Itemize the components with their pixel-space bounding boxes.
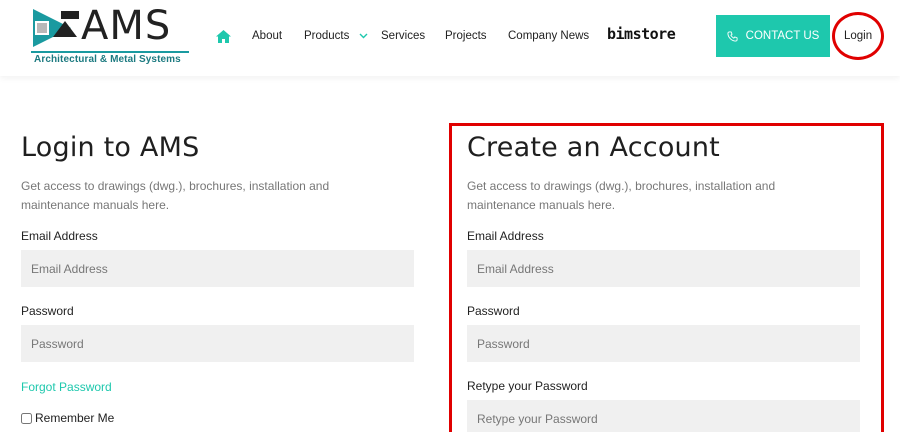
brand-tagline: Architectural & Metal Systems [34,54,181,65]
phone-icon [727,30,738,42]
register-retype-input[interactable] [467,400,860,432]
remember-me-label: Remember Me [35,411,115,425]
login-password-input[interactable] [21,325,414,362]
bimstore-logo[interactable]: bimstore [607,25,676,43]
nav-about[interactable]: About [252,30,282,42]
register-email-input[interactable] [467,250,860,287]
register-title: Create an Account [467,132,720,163]
ams-logo-icon [31,7,81,49]
nav-services[interactable]: Services [381,30,425,42]
nav-company-news[interactable]: Company News [508,30,589,42]
login-password-label: Password [21,304,74,318]
login-email-input[interactable] [21,250,414,287]
chevron-down-icon [359,33,368,39]
register-retype-label: Retype your Password [467,379,588,393]
login-email-label: Email Address [21,229,98,243]
contact-us-button[interactable]: CONTACT US [716,15,830,57]
register-description: Get access to drawings (dwg.), brochures… [467,179,776,212]
site-header: AMS Architectural & Metal Systems About … [0,0,900,76]
remember-me[interactable]: Remember Me [21,411,414,425]
nav-projects[interactable]: Projects [445,30,487,42]
logo-divider [31,51,189,53]
remember-me-checkbox[interactable] [21,412,32,424]
login-title: Login to AMS [21,132,200,163]
forgot-password-link[interactable]: Forgot Password [21,380,414,394]
register-email-label: Email Address [467,229,544,243]
nav-login[interactable]: Login [844,30,872,42]
brand-name: AMS [81,3,172,49]
register-form: Create an Account Get access to drawings… [467,124,860,432]
login-description: Get access to drawings (dwg.), brochures… [21,179,330,212]
register-password-input[interactable] [467,325,860,362]
contact-us-label: CONTACT US [745,30,820,42]
home-icon[interactable] [216,30,231,43]
register-password-label: Password [467,304,520,318]
ams-logo[interactable]: AMS Architectural & Metal Systems [31,3,189,65]
nav-products[interactable]: Products [304,30,368,42]
login-form: Login to AMS Get access to drawings (dwg… [21,124,414,425]
nav-products-label: Products [304,30,350,42]
